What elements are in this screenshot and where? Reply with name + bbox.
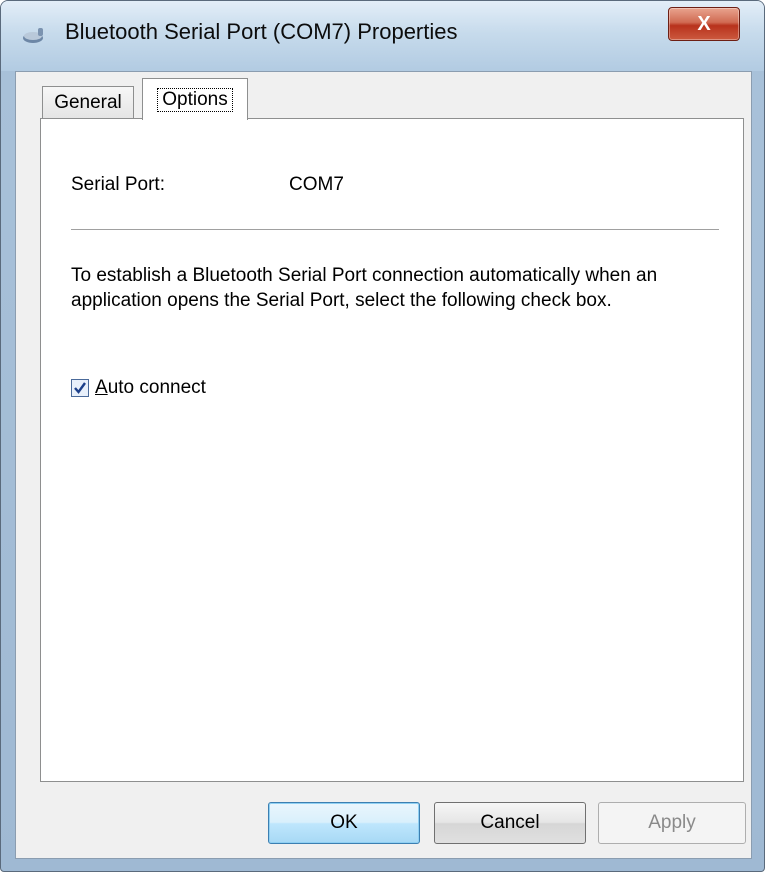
check-icon	[74, 382, 86, 394]
auto-connect-description: To establish a Bluetooth Serial Port con…	[71, 265, 658, 311]
bluetooth-device-icon	[21, 25, 47, 47]
auto-connect-mnemonic: A	[95, 377, 108, 398]
ok-button-label: OK	[330, 812, 358, 833]
tab-general[interactable]: General	[42, 86, 134, 119]
apply-button: Apply	[598, 802, 746, 844]
window-title: Bluetooth Serial Port (COM7) Properties	[65, 19, 458, 44]
apply-button-label: Apply	[648, 812, 696, 833]
tab-options-label: Options	[157, 87, 233, 112]
title-bar[interactable]: Bluetooth Serial Port (COM7) Properties …	[1, 1, 764, 71]
auto-connect-checkbox[interactable]	[71, 379, 89, 397]
options-panel: Serial Port: COM7 To establish a Bluetoo…	[40, 118, 744, 782]
serial-port-value: COM7	[289, 174, 344, 195]
auto-connect-row[interactable]: Auto connect	[71, 377, 206, 399]
auto-connect-label-rest: uto connect	[107, 377, 206, 398]
auto-connect-label[interactable]: Auto connect	[95, 377, 206, 399]
divider	[71, 229, 719, 231]
tab-general-label: General	[54, 92, 122, 113]
tab-options[interactable]: Options	[142, 78, 248, 120]
cancel-button-label: Cancel	[480, 812, 540, 833]
properties-dialog: Bluetooth Serial Port (COM7) Properties …	[0, 0, 765, 872]
serial-port-label: Serial Port:	[71, 174, 165, 195]
close-button[interactable]: X	[668, 7, 740, 41]
ok-button[interactable]: OK	[268, 802, 420, 844]
cancel-button[interactable]: Cancel	[434, 802, 586, 844]
close-icon: X	[697, 12, 711, 35]
dialog-client-area: General Options Serial Port: COM7 To est…	[15, 71, 752, 859]
